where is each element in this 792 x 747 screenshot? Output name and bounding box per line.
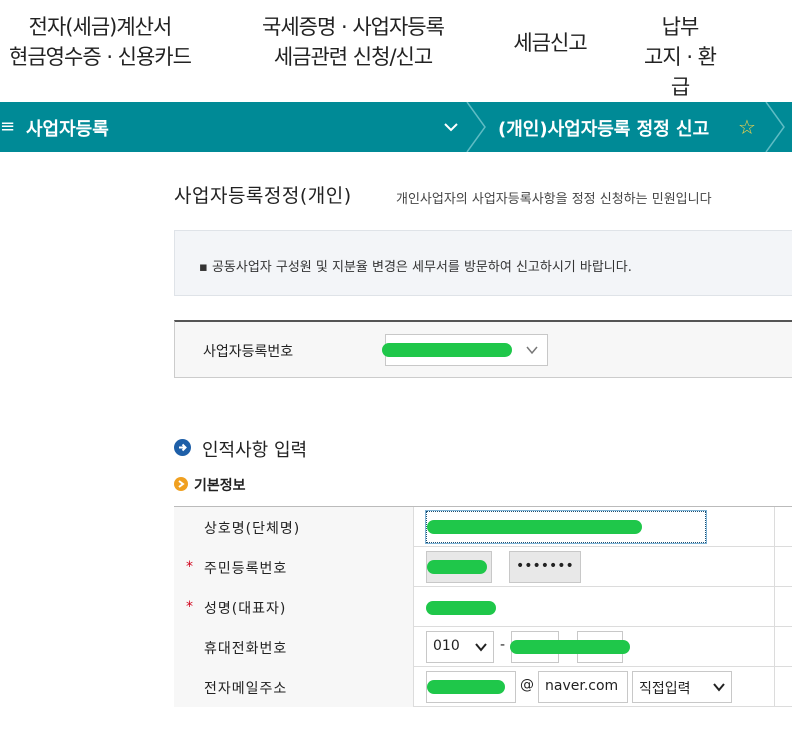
menu-e-invoice-line2: 현금영수증 · 신용카드	[9, 45, 192, 69]
form-value-cell: •••••••	[414, 547, 774, 587]
arrow-circle-icon	[174, 439, 191, 456]
required-mark: *	[186, 559, 193, 575]
menu-payment-line1: 납부	[661, 15, 700, 39]
form-row-phone: 휴대전화번호 010 -	[174, 627, 792, 667]
notice-box: ▪ 공동사업자 구성원 및 지분율 변경은 세무서를 방문하여 신고하시기 바랍…	[174, 230, 792, 296]
resident-number-back-input: •••••••	[509, 551, 581, 583]
email-id-input[interactable]	[426, 671, 516, 703]
email-domain-input[interactable]: naver.com	[538, 671, 628, 703]
registration-number-label: 사업자등록번호	[203, 344, 294, 360]
chevron-down-icon	[526, 346, 538, 355]
breadcrumb-separator	[466, 102, 486, 152]
email-at-sign: @	[520, 677, 534, 693]
form-extra-cell	[774, 587, 792, 627]
form-label-cell: 전자메일주소	[174, 667, 414, 707]
redaction-mark	[427, 560, 487, 574]
registration-number-box: 사업자등록번호	[174, 320, 792, 378]
bullet-arrow-icon	[174, 477, 188, 491]
page-description: 개인사업자의 사업자등록사항을 정정 신청하는 민원입니다	[396, 192, 712, 207]
menu-tax-filing[interactable]: 세금신고	[500, 28, 600, 58]
menu-e-invoice[interactable]: 전자(세금)계산서 현금영수증 · 신용카드	[0, 12, 200, 72]
phone-prefix-select[interactable]: 010	[426, 631, 494, 663]
menu-payment-line2: 고지 · 환급	[644, 45, 717, 99]
redaction-mark	[382, 343, 512, 357]
representative-name-label: 성명(대표자)	[204, 601, 287, 617]
form-row-email: 전자메일주소 @ naver.com 직접입력	[174, 667, 792, 707]
resident-number-front-input	[426, 551, 492, 583]
subsection-title: 기본정보	[194, 478, 246, 494]
top-navigation: 전자(세금)계산서 현금영수증 · 신용카드 국세증명 · 사업자등록 세금관련…	[0, 0, 792, 102]
form-row-name: * 성명(대표자)	[174, 587, 792, 627]
menu-icon[interactable]: ≡	[0, 116, 15, 137]
form-value-cell	[414, 587, 774, 627]
form-row-company: 상호명(단체명)	[174, 507, 792, 547]
email-domain-select-value: 직접입력	[639, 681, 691, 697]
form-extra-cell	[774, 547, 792, 587]
form-value-cell: @ naver.com 직접입력	[414, 667, 774, 707]
notice-text: ▪ 공동사업자 구성원 및 지분율 변경은 세무서를 방문하여 신고하시기 바랍…	[199, 260, 632, 275]
required-mark: *	[186, 599, 193, 615]
form-label-cell: 휴대전화번호	[174, 627, 414, 667]
basic-info-form: 상호명(단체명) * 주민등록번호 ••••••• * 성명(대표자) 휴대전화…	[174, 506, 792, 707]
breadcrumb-current: (개인)사업자등록 정정 신고	[498, 119, 710, 140]
chevron-down-icon	[475, 643, 487, 652]
phone-prefix-value: 010	[433, 638, 460, 654]
page-title: 사업자등록정정(개인)	[174, 185, 352, 207]
company-name-label: 상호명(단체명)	[204, 521, 301, 537]
menu-payment[interactable]: 납부 고지 · 환급	[640, 12, 720, 102]
form-extra-cell	[774, 507, 792, 547]
chevron-down-icon	[713, 683, 725, 692]
resident-number-label: 주민등록번호	[204, 561, 288, 577]
email-domain-select[interactable]: 직접입력	[632, 671, 732, 703]
form-row-resident-number: * 주민등록번호 •••••••	[174, 547, 792, 587]
phone-dash: -	[500, 637, 506, 653]
breadcrumb-bar: ≡ 사업자등록 (개인)사업자등록 정정 신고 ☆	[0, 102, 792, 152]
form-value-cell	[414, 507, 774, 547]
form-label-cell: 상호명(단체명)	[174, 507, 414, 547]
section-title: 인적사항 입력	[202, 440, 308, 461]
registration-number-select[interactable]	[382, 334, 548, 366]
breadcrumb-separator-end	[765, 102, 785, 152]
menu-e-invoice-line1: 전자(세금)계산서	[28, 15, 173, 39]
menu-certificate-line1: 국세증명 · 사업자등록	[262, 15, 445, 39]
form-value-cell: 010 -	[414, 627, 774, 667]
form-label-cell: * 주민등록번호	[174, 547, 414, 587]
redaction-mark	[510, 640, 630, 654]
form-label-cell: * 성명(대표자)	[174, 587, 414, 627]
phone-number-label: 휴대전화번호	[204, 641, 288, 657]
breadcrumb-section[interactable]: 사업자등록	[26, 115, 109, 141]
favorite-star-icon[interactable]: ☆	[738, 115, 756, 139]
company-name-input[interactable]	[426, 511, 706, 543]
email-label: 전자메일주소	[204, 681, 288, 697]
redaction-mark	[426, 601, 496, 615]
form-extra-cell	[774, 667, 792, 707]
redaction-mark	[427, 520, 642, 534]
redaction-mark	[427, 680, 505, 694]
chevron-down-icon[interactable]	[440, 116, 462, 138]
menu-certificate-line2: 세금관련 신청/신고	[273, 45, 433, 69]
menu-certificate-registration[interactable]: 국세증명 · 사업자등록 세금관련 신청/신고	[248, 12, 458, 72]
form-extra-cell	[774, 627, 792, 667]
